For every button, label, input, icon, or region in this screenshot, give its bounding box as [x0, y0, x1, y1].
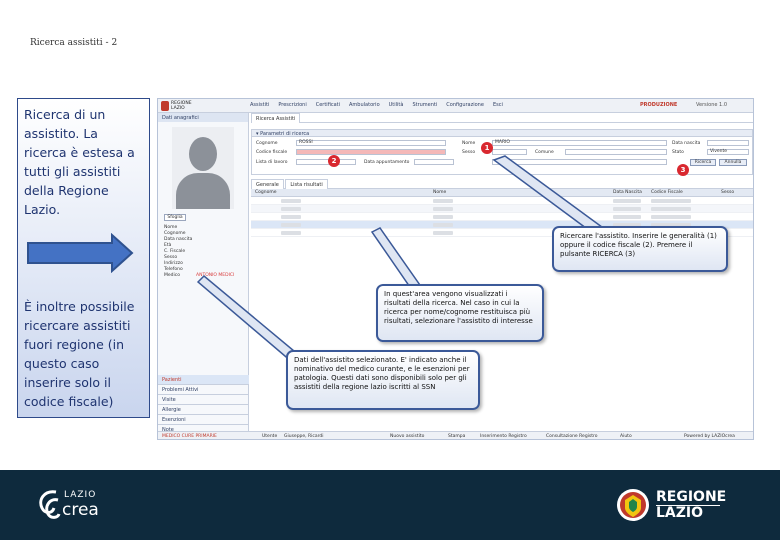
callout-results-area: In quest'area vengono visualizzati i ris…	[376, 284, 544, 342]
lista-label: Lista di lavoro	[256, 160, 288, 165]
version-label: Versione 1.0	[696, 102, 728, 108]
col-nome[interactable]: Nome	[433, 190, 446, 195]
appuntamento-label: Data appuntamento	[364, 160, 410, 165]
menu-prescrizioni[interactable]: Prescrizioni	[278, 102, 306, 108]
menu-esci[interactable]: Esci	[493, 102, 503, 108]
sesso-select[interactable]	[492, 149, 527, 155]
table-row[interactable]	[251, 205, 753, 213]
sidebar-item-allergie[interactable]: Allergie	[158, 405, 249, 415]
info-text-outside-region: È inoltre possibile ricercare assistiti …	[24, 299, 135, 409]
right-arrow-icon	[27, 233, 134, 273]
info-text-search: Ricerca di un assistito. La ricerca è es…	[24, 107, 135, 217]
search-params-header[interactable]: ▾ Parametri di ricerca	[251, 129, 753, 137]
table-row[interactable]	[251, 197, 753, 205]
status-consultazione-registro[interactable]: Consultazione Registro	[546, 434, 598, 439]
info-panel: Ricerca di un assistito. La ricerca è es…	[17, 98, 150, 418]
data-nascita-input[interactable]	[707, 140, 749, 146]
lista-select[interactable]	[296, 159, 356, 165]
status-role: MEDICO CURE PRIMARIE	[162, 434, 217, 439]
regione-logo: REGIONE LAZIO	[161, 100, 231, 112]
browse-photo-button[interactable]: Sfoglia	[164, 214, 186, 221]
footer-band: LAZIO crea REGIONE LAZIO	[0, 470, 780, 540]
status-aiuto[interactable]: Aiuto	[620, 434, 632, 439]
comune-label: Comune	[535, 150, 554, 155]
status-user-label: Utente	[262, 434, 278, 439]
menu-certificati[interactable]: Certificati	[316, 102, 340, 108]
status-bar: MEDICO CURE PRIMARIE Utente Giuseppe, Ri…	[158, 431, 753, 439]
status-stampa[interactable]: Stampa	[448, 434, 465, 439]
patient-fields: Nome Cognome Data nascita Età C. Fiscale…	[164, 225, 246, 279]
sidebar-item-visite[interactable]: Visite	[158, 395, 249, 405]
cognome-input[interactable]: ROSSI	[296, 140, 446, 146]
nome-input[interactable]: MARIO	[492, 140, 667, 146]
col-cognome[interactable]: Cognome	[255, 190, 277, 195]
step-badge-1: 1	[481, 142, 493, 154]
main-menu: Assistiti Prescrizioni Certificati Ambul…	[250, 102, 503, 108]
search-button[interactable]: Ricerca	[690, 159, 716, 166]
sidebar-item-esenzioni[interactable]: Esenzioni	[158, 415, 249, 425]
step-badge-3: 3	[677, 164, 689, 176]
stato-select[interactable]: Vivente	[707, 149, 749, 155]
slide-title: Ricerca assistiti - 2	[30, 38, 118, 48]
codice-fiscale-input[interactable]	[296, 149, 446, 155]
sidebar-nav: Pazienti Problemi Attivi Visite Allergie…	[158, 375, 249, 435]
menu-utilita[interactable]: Utilità	[389, 102, 404, 108]
nome-label: Nome	[462, 141, 476, 146]
patient-sidebar: Dati anagrafici Sfoglia Nome Cognome Dat…	[158, 113, 249, 435]
cf-label: Codice fiscale	[256, 150, 288, 155]
menu-configurazione[interactable]: Configurazione	[446, 102, 484, 108]
callout-search-instructions: Ricercare l'assistito. Inserire le gener…	[552, 226, 728, 272]
sidebar-item-pazienti[interactable]: Pazienti	[158, 375, 249, 385]
comune-input[interactable]	[565, 149, 667, 155]
slide: Ricerca assistiti - 2 Ricerca di un assi…	[0, 0, 780, 540]
laziocrea-logo: LAZIO crea	[36, 486, 126, 524]
laziocrea-swirl-icon	[39, 490, 61, 519]
regione-shield-icon	[161, 101, 169, 111]
table-row[interactable]	[251, 213, 753, 221]
result-tabs: Generale Lista risultati	[251, 179, 753, 189]
results-header: Cognome Nome Data Nascita Codice Fiscale…	[251, 189, 753, 197]
stato-label: Stato	[672, 150, 684, 155]
col-data-nascita[interactable]: Data Nascita	[613, 190, 642, 195]
menu-strumenti[interactable]: Strumenti	[412, 102, 437, 108]
patient-photo-placeholder	[172, 127, 234, 209]
status-powered-by: Powered by LAZIOcrea	[684, 434, 735, 439]
field-row: Medico ANTONIO MEDICI	[164, 273, 235, 278]
status-inserimento-registro[interactable]: Inserimento Registro	[480, 434, 527, 439]
menu-assistiti[interactable]: Assistiti	[250, 102, 269, 108]
reset-button[interactable]: Annulla	[719, 159, 747, 166]
regione-lazio-seal-icon	[617, 489, 649, 521]
environment-label: PRODUZIONE	[640, 102, 678, 108]
regione-divider	[656, 505, 720, 506]
callout-patient-data: Dati dell'assistito selezionato. E' indi…	[286, 350, 480, 410]
step-badge-2: 2	[328, 155, 340, 167]
appuntamento-input[interactable]	[414, 159, 454, 165]
menu-ambulatorio[interactable]: Ambulatorio	[349, 102, 380, 108]
col-codice-fiscale[interactable]: Codice Fiscale	[651, 190, 683, 195]
tab-strip: Ricerca Assistiti	[251, 113, 753, 123]
tab-generale[interactable]: Generale	[251, 179, 284, 189]
sidebar-header: Dati anagrafici	[158, 113, 248, 122]
extra-search-input[interactable]	[492, 159, 667, 165]
tab-ricerca-assistiti[interactable]: Ricerca Assistiti	[251, 113, 301, 123]
sidebar-item-problemi[interactable]: Problemi Attivi	[158, 385, 249, 395]
cognome-label: Cognome	[256, 141, 278, 146]
status-user-select[interactable]: Giuseppe, Ricardi	[284, 434, 324, 439]
top-bar: REGIONE LAZIO Assistiti Prescrizioni Cer…	[158, 99, 753, 113]
tab-lista-risultati[interactable]: Lista risultati	[285, 179, 328, 189]
col-sesso[interactable]: Sesso	[721, 190, 734, 195]
sesso-label: Sesso	[462, 150, 476, 155]
status-nuovo-assistito[interactable]: Nuovo assistito	[390, 434, 424, 439]
data-nascita-label: Data nascita	[672, 141, 701, 146]
